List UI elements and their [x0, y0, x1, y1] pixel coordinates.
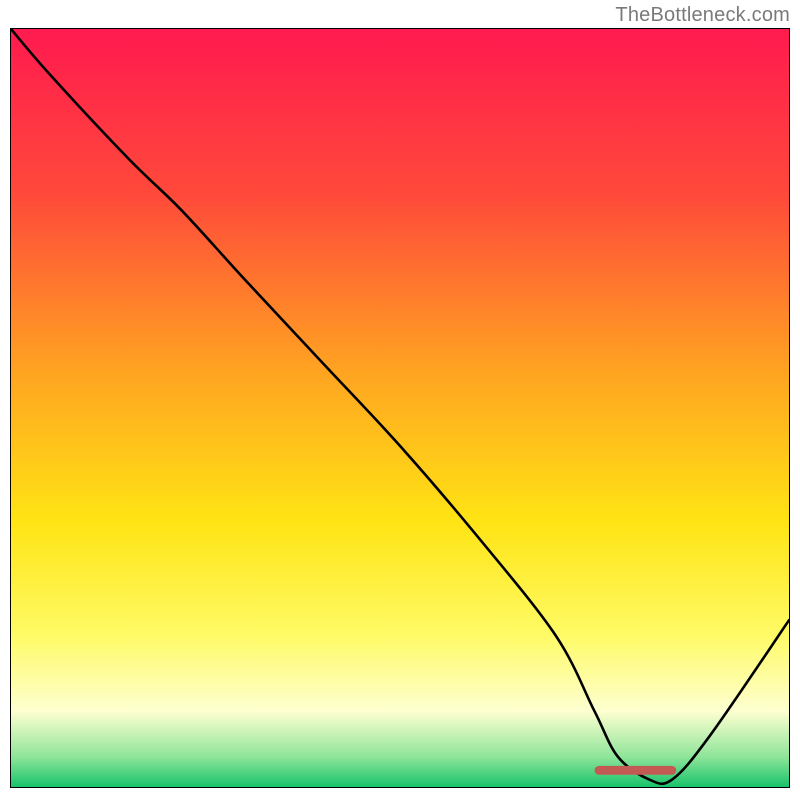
- plot-area: [10, 28, 790, 788]
- background-rect: [11, 29, 789, 787]
- min-marker: [595, 766, 677, 775]
- attribution-text: TheBottleneck.com: [615, 4, 790, 27]
- chart-svg: [11, 29, 789, 787]
- chart-container: TheBottleneck.com: [0, 0, 800, 800]
